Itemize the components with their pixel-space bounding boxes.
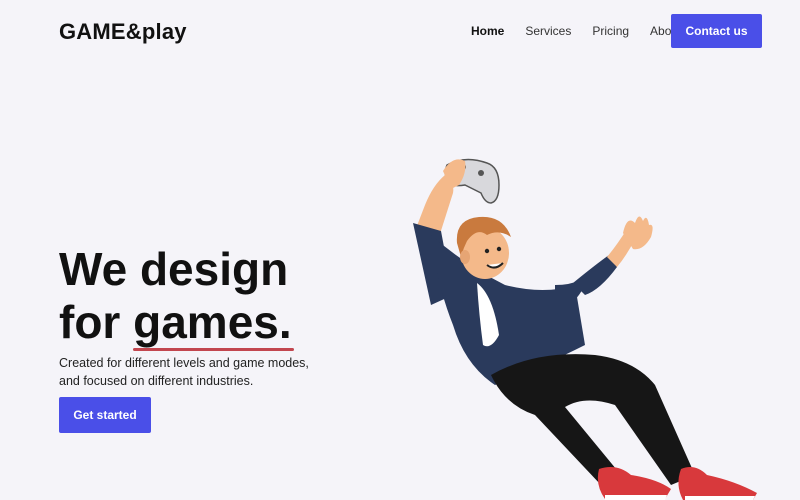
nav-item-pricing[interactable]: Pricing: [592, 24, 629, 38]
main-nav: Home Services Pricing About: [471, 24, 702, 38]
hero-title: We design for games.: [59, 243, 294, 351]
brand-logo[interactable]: GAME&play: [59, 19, 187, 45]
hero-title-highlight: games.: [133, 296, 294, 351]
nav-item-home[interactable]: Home: [471, 24, 504, 38]
nav-item-services[interactable]: Services: [525, 24, 571, 38]
hero-title-line1: We design: [59, 243, 289, 295]
contact-us-button[interactable]: Contact us: [671, 14, 762, 48]
gamer-with-controller-illustration: [413, 158, 757, 500]
get-started-button[interactable]: Get started: [59, 397, 151, 433]
hero-title-line2-prefix: for: [59, 296, 134, 348]
hero-subtitle: Created for different levels and game mo…: [59, 356, 309, 388]
sneaker-left-icon: [597, 467, 671, 500]
sneaker-right-icon: [678, 467, 757, 500]
